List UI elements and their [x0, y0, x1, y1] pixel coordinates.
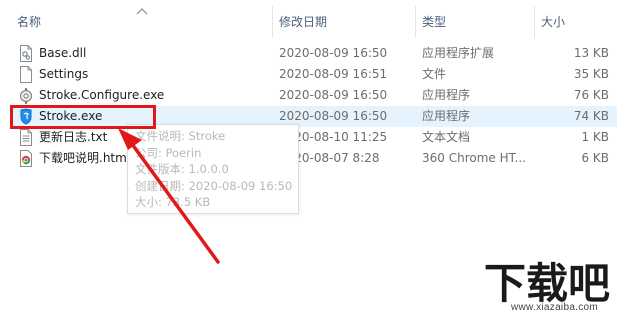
watermark-logo-text: 下载吧: [484, 259, 610, 306]
chrome-html-icon: [20, 150, 32, 167]
file-type: 应用程序: [422, 109, 471, 123]
column-name-label: 名称: [17, 15, 42, 29]
file-size: 35 KB: [573, 67, 609, 81]
file-date: 2020-08-09 16:50: [279, 46, 388, 60]
tooltip-size: 大小: 73.5 KB: [135, 195, 211, 209]
file-size: 76 KB: [573, 88, 609, 102]
file-name: Base.dll: [39, 46, 87, 60]
tooltip-version: 文件版本: 1.0.0.0: [135, 162, 229, 176]
file-date: 2020-08-09 16:50: [279, 88, 388, 102]
file-type: 文件: [422, 67, 447, 81]
file-size: 13 KB: [573, 46, 609, 60]
file-explorer-view: 名称 修改日期 类型 大小 Base.dll 2020-08-09 16:50 …: [0, 0, 617, 317]
column-header-type[interactable]: 类型: [416, 0, 534, 44]
file-date: 2020-08-09 16:50: [279, 109, 388, 123]
column-header-name[interactable]: 名称: [11, 0, 272, 44]
column-header-date[interactable]: 修改日期: [273, 0, 414, 44]
tooltip-company: 公司: Poerin: [135, 145, 202, 160]
text-file-icon: [20, 129, 32, 146]
file-type: 文本文档: [422, 130, 471, 144]
file-name: Settings: [39, 67, 89, 81]
file-name: Stroke.Configure.exe: [39, 88, 165, 102]
watermark-url: www.xiazaiba.com: [511, 302, 599, 313]
dll-file-icon: [20, 45, 32, 62]
tooltip-description: 文件说明: Stroke: [135, 129, 226, 143]
file-size: 1 KB: [581, 130, 609, 144]
highlight-box: [10, 105, 156, 129]
file-type: 应用程序扩展: [422, 46, 495, 60]
file-size: 74 KB: [573, 109, 609, 123]
column-header-size[interactable]: 大小: [535, 0, 617, 44]
column-size-label: 大小: [541, 15, 566, 29]
column-date-label: 修改日期: [279, 15, 328, 29]
file-date: 2020-08-10 11:25: [279, 130, 388, 144]
column-header-bar: 名称 修改日期 类型 大小: [0, 0, 617, 44]
file-row[interactable]: Stroke.Configure.exe 2020-08-09 16:50 应用…: [11, 85, 617, 106]
file-row[interactable]: Base.dll 2020-08-09 16:50 应用程序扩展 13 KB: [11, 43, 617, 64]
file-info-tooltip: 文件说明: Stroke 公司: Poerin 文件版本: 1.0.0.0 创建…: [127, 124, 299, 214]
tooltip-created: 创建日期: 2020-08-09 16:50: [135, 178, 293, 193]
file-date: 2020-08-09 16:51: [279, 67, 388, 81]
file-row[interactable]: Settings 2020-08-09 16:51 文件 35 KB: [11, 64, 617, 85]
watermark-logo-icon: 下载吧: [480, 256, 614, 306]
column-type-label: 类型: [422, 15, 447, 29]
file-type: 360 Chrome HT...: [422, 151, 526, 165]
file-row[interactable]: 更新日志.txt 2020-08-10 11:25 文本文档 1 KB: [11, 127, 617, 148]
settings-exe-icon: [20, 88, 32, 104]
file-type: 应用程序: [422, 88, 471, 102]
file-row[interactable]: 下载吧说明.htm 2020-08-07 8:28 360 Chrome HT.…: [11, 148, 617, 169]
file-size: 6 KB: [581, 151, 609, 165]
generic-file-icon: [20, 66, 32, 83]
file-date: 2020-08-07 8:28: [279, 151, 380, 165]
